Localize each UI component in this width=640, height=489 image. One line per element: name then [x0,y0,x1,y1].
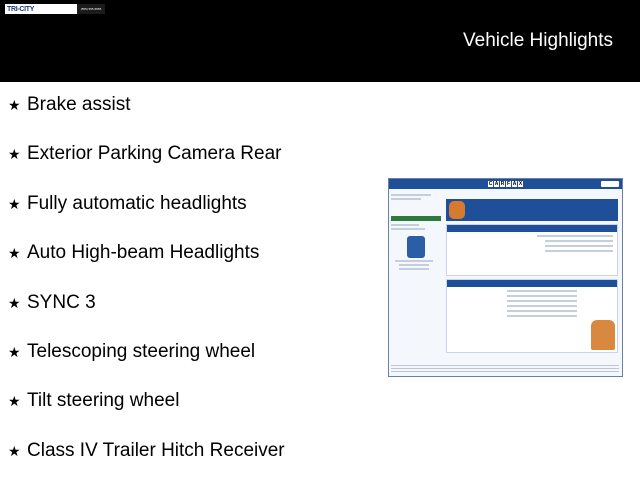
list-item: ★ Telescoping steering wheel [8,341,285,390]
carfax-topbar: C A R F A X [389,179,622,189]
star-icon: ★ [8,442,21,459]
highlight-label: SYNC 3 [27,291,96,313]
carfax-sidebar [391,192,441,272]
highlight-label: Class IV Trailer Hitch Receiver [27,439,285,461]
carfax-logo-letter: A [494,181,499,187]
carfax-logo-letter: C [488,181,493,187]
list-item: ★ Tilt steering wheel [8,390,285,439]
carfax-disclaimer [391,365,619,373]
dealer-phone: (555) 555-5555 [77,4,105,14]
list-item: ★ Fully automatic headlights [8,193,285,242]
star-icon: ★ [8,245,21,262]
star-icon: ★ [8,97,21,113]
carfax-logo: C A R F A X [488,181,523,187]
list-item: ★ SYNC 3 [8,292,285,341]
carfax-report-thumbnail[interactable]: C A R F A X [388,178,623,377]
carfax-value-card [446,224,618,276]
header-bar: TRI-CITY (555) 555-5555 Vehicle Highligh… [0,0,640,82]
star-icon: ★ [8,146,21,163]
highlights-list: ★ Brake assist ★ Exterior Parking Camera R… [8,94,285,489]
star-icon: ★ [8,343,21,360]
carfax-main [446,192,618,353]
carfax-badge-icon [407,236,425,258]
carfax-history-card [446,279,618,353]
carfax-fox-mascot-icon [591,320,615,350]
highlight-label: Tilt steering wheel [27,390,180,412]
carfax-fox-icon [449,201,465,219]
carfax-banner [446,199,618,221]
star-icon: ★ [8,195,21,212]
page-title: Vehicle Highlights [463,30,613,51]
list-item: ★ Auto High-beam Headlights [8,242,285,291]
list-item: ★ Exterior Parking Camera Rear [8,143,285,192]
highlight-label: Telescoping steering wheel [27,340,256,362]
highlight-label: Brake assist [27,94,131,115]
carfax-sidebar-active [391,216,441,221]
star-icon: ★ [8,393,21,410]
list-item: ★ Brake assist [8,94,285,143]
carfax-logo-letter: X [518,181,523,187]
dealer-logo[interactable]: TRI-CITY (555) 555-5555 [5,4,105,14]
list-item: ★ Class IV Trailer Hitch Receiver [8,440,285,489]
carfax-logo-letter: F [506,181,511,187]
carfax-print-button [601,181,619,187]
carfax-logo-letter: R [500,181,505,187]
dealer-logo-text: TRI-CITY [7,5,35,13]
highlight-label: Fully automatic headlights [27,192,247,214]
carfax-logo-letter: A [512,181,517,187]
star-icon: ★ [8,294,21,311]
highlight-label: Auto High-beam Headlights [27,242,260,264]
highlight-label: Exterior Parking Camera Rear [27,143,282,165]
